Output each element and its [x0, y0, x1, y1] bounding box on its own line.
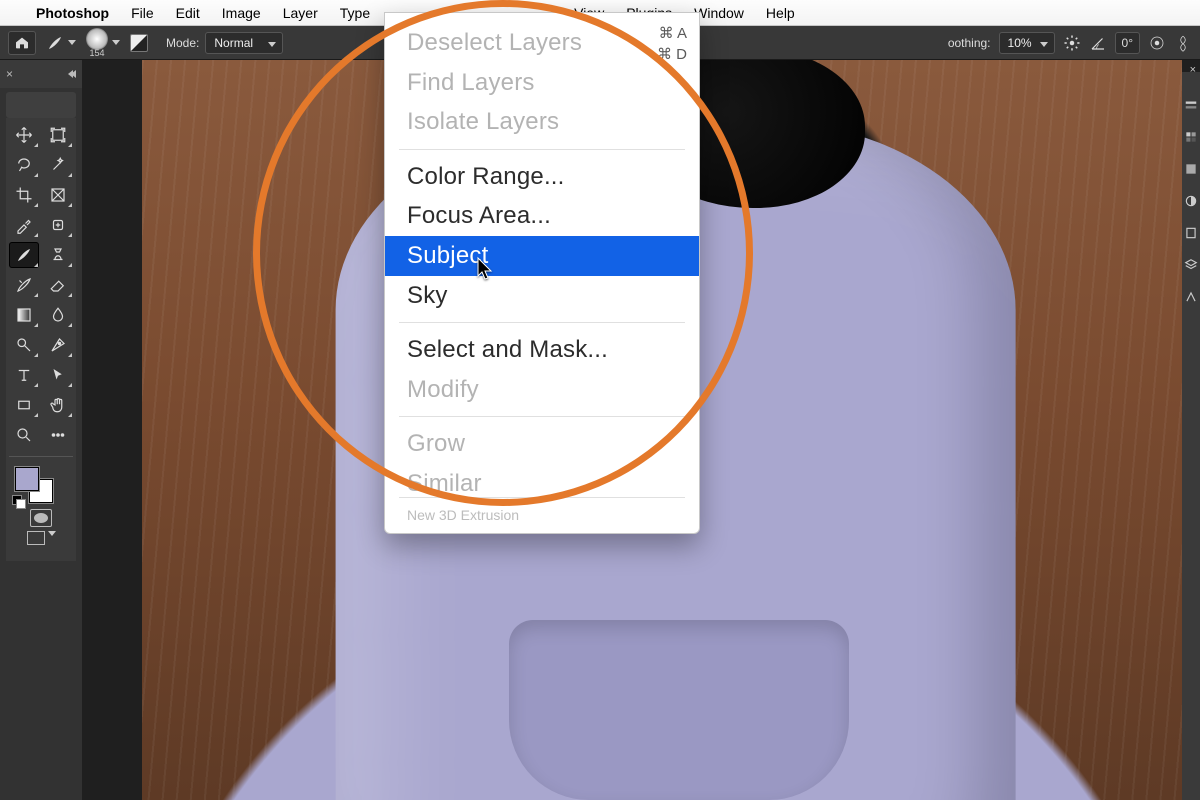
eyedropper-tool[interactable]	[9, 212, 39, 238]
collapse-icon[interactable]	[70, 70, 76, 78]
libraries-panel-icon[interactable]	[1184, 226, 1198, 240]
menu-separator	[399, 149, 685, 150]
pen-tool[interactable]	[43, 332, 73, 358]
shortcut-label: ⌘ A	[657, 23, 687, 44]
rectangle-tool[interactable]	[9, 392, 39, 418]
chevron-down-icon	[1040, 42, 1048, 47]
gradients-panel-icon[interactable]	[1184, 162, 1198, 176]
type-tool[interactable]	[9, 362, 39, 388]
collapsed-panel-tab[interactable]	[6, 92, 76, 118]
right-panel-dock	[1182, 72, 1200, 800]
menu-edit[interactable]: Edit	[176, 5, 200, 21]
menu-item-find-layers: Find Layers	[385, 63, 699, 103]
canvas-image	[509, 620, 849, 800]
dodge-tool[interactable]	[9, 332, 39, 358]
smoothing-value: 10%	[1008, 36, 1032, 50]
tools-panel	[6, 118, 76, 561]
menu-item-subject[interactable]: Subject	[385, 236, 699, 276]
brush-panel-toggle-icon[interactable]	[130, 34, 148, 52]
shortcut-label: ⌘ D	[657, 44, 687, 65]
color-panel-icon[interactable]	[1184, 98, 1198, 112]
home-button[interactable]	[8, 31, 36, 55]
gradient-tool[interactable]	[9, 302, 39, 328]
menu-item-sky[interactable]: Sky	[385, 276, 699, 316]
brush-preview-icon	[86, 28, 108, 50]
blur-tool[interactable]	[43, 302, 73, 328]
menu-type[interactable]: Type	[340, 5, 370, 21]
close-icon[interactable]: ×	[1190, 64, 1196, 76]
artboard-tool[interactable]	[43, 122, 73, 148]
crop-tool[interactable]	[9, 182, 39, 208]
foreground-color-swatch[interactable]	[15, 467, 39, 491]
blend-mode-dropdown[interactable]: Normal	[205, 32, 283, 54]
menu-image[interactable]: Image	[222, 5, 261, 21]
smoothing-dropdown[interactable]: 10%	[999, 32, 1055, 54]
chevron-down-icon	[48, 531, 56, 536]
layers-panel-icon[interactable]	[1184, 258, 1198, 272]
menu-item-focus-area[interactable]: Focus Area...	[385, 196, 699, 236]
menu-item-deselect-layers: Deselect Layers	[385, 23, 699, 63]
clone-stamp-tool[interactable]	[43, 242, 73, 268]
menu-item-new-3d-extrusion: New 3D Extrusion	[385, 501, 699, 525]
select-menu-dropdown: ⌘ A ⌘ D Deselect Layers Find Layers Isol…	[384, 12, 700, 534]
gear-icon[interactable]	[1063, 34, 1081, 52]
menu-item-modify: Modify	[385, 370, 699, 410]
menu-help[interactable]: Help	[766, 5, 795, 21]
smoothing-label: oothing:	[948, 36, 991, 50]
menu-separator	[399, 497, 685, 498]
panel-header[interactable]: ×	[0, 60, 82, 88]
close-icon[interactable]: ×	[6, 67, 13, 81]
mode-label: Mode:	[166, 36, 199, 50]
chevron-down-icon	[268, 42, 276, 47]
chevron-down-icon	[68, 40, 76, 45]
menu-separator	[399, 322, 685, 323]
menu-item-similar: Similar	[385, 464, 699, 494]
blend-mode-value: Normal	[214, 36, 253, 50]
symmetry-icon[interactable]	[1174, 34, 1192, 52]
eraser-tool[interactable]	[43, 272, 73, 298]
menu-separator	[399, 416, 685, 417]
menu-item-isolate-layers: Isolate Layers	[385, 102, 699, 142]
brush-size-label: 154	[89, 48, 104, 58]
menu-item-color-range[interactable]: Color Range...	[385, 157, 699, 197]
zoom-tool[interactable]	[9, 422, 39, 448]
angle-icon	[1089, 34, 1107, 52]
adjustments-panel-icon[interactable]	[1184, 194, 1198, 208]
magic-wand-tool[interactable]	[43, 152, 73, 178]
tool-preset-picker[interactable]	[46, 34, 76, 52]
hand-tool[interactable]	[43, 392, 73, 418]
menu-file[interactable]: File	[131, 5, 154, 21]
lasso-tool[interactable]	[9, 152, 39, 178]
channels-panel-icon[interactable]	[1184, 290, 1198, 304]
history-brush-tool[interactable]	[9, 272, 39, 298]
brush-tool[interactable]	[9, 242, 39, 268]
menu-item-grow: Grow	[385, 424, 699, 464]
color-swatches[interactable]	[9, 465, 73, 505]
move-tool[interactable]	[9, 122, 39, 148]
brush-angle-field[interactable]: 0°	[1115, 32, 1140, 54]
menu-layer[interactable]: Layer	[283, 5, 318, 21]
brush-angle-value: 0°	[1122, 36, 1133, 50]
default-colors-icon[interactable]	[12, 495, 24, 507]
screen-mode-switch[interactable]	[9, 531, 73, 545]
brush-preset-picker[interactable]: 154	[86, 28, 120, 58]
path-select-tool[interactable]	[43, 362, 73, 388]
spot-heal-tool[interactable]	[43, 212, 73, 238]
pressure-size-icon[interactable]	[1148, 34, 1166, 52]
menu-window[interactable]: Window	[694, 5, 744, 21]
edit-toolbar[interactable]	[43, 422, 73, 448]
chevron-down-icon	[112, 40, 120, 45]
quick-mask-toggle[interactable]	[30, 509, 52, 527]
app-name[interactable]: Photoshop	[36, 5, 109, 21]
frame-tool[interactable]	[43, 182, 73, 208]
menu-item-select-and-mask[interactable]: Select and Mask...	[385, 330, 699, 370]
swatches-panel-icon[interactable]	[1184, 130, 1198, 144]
